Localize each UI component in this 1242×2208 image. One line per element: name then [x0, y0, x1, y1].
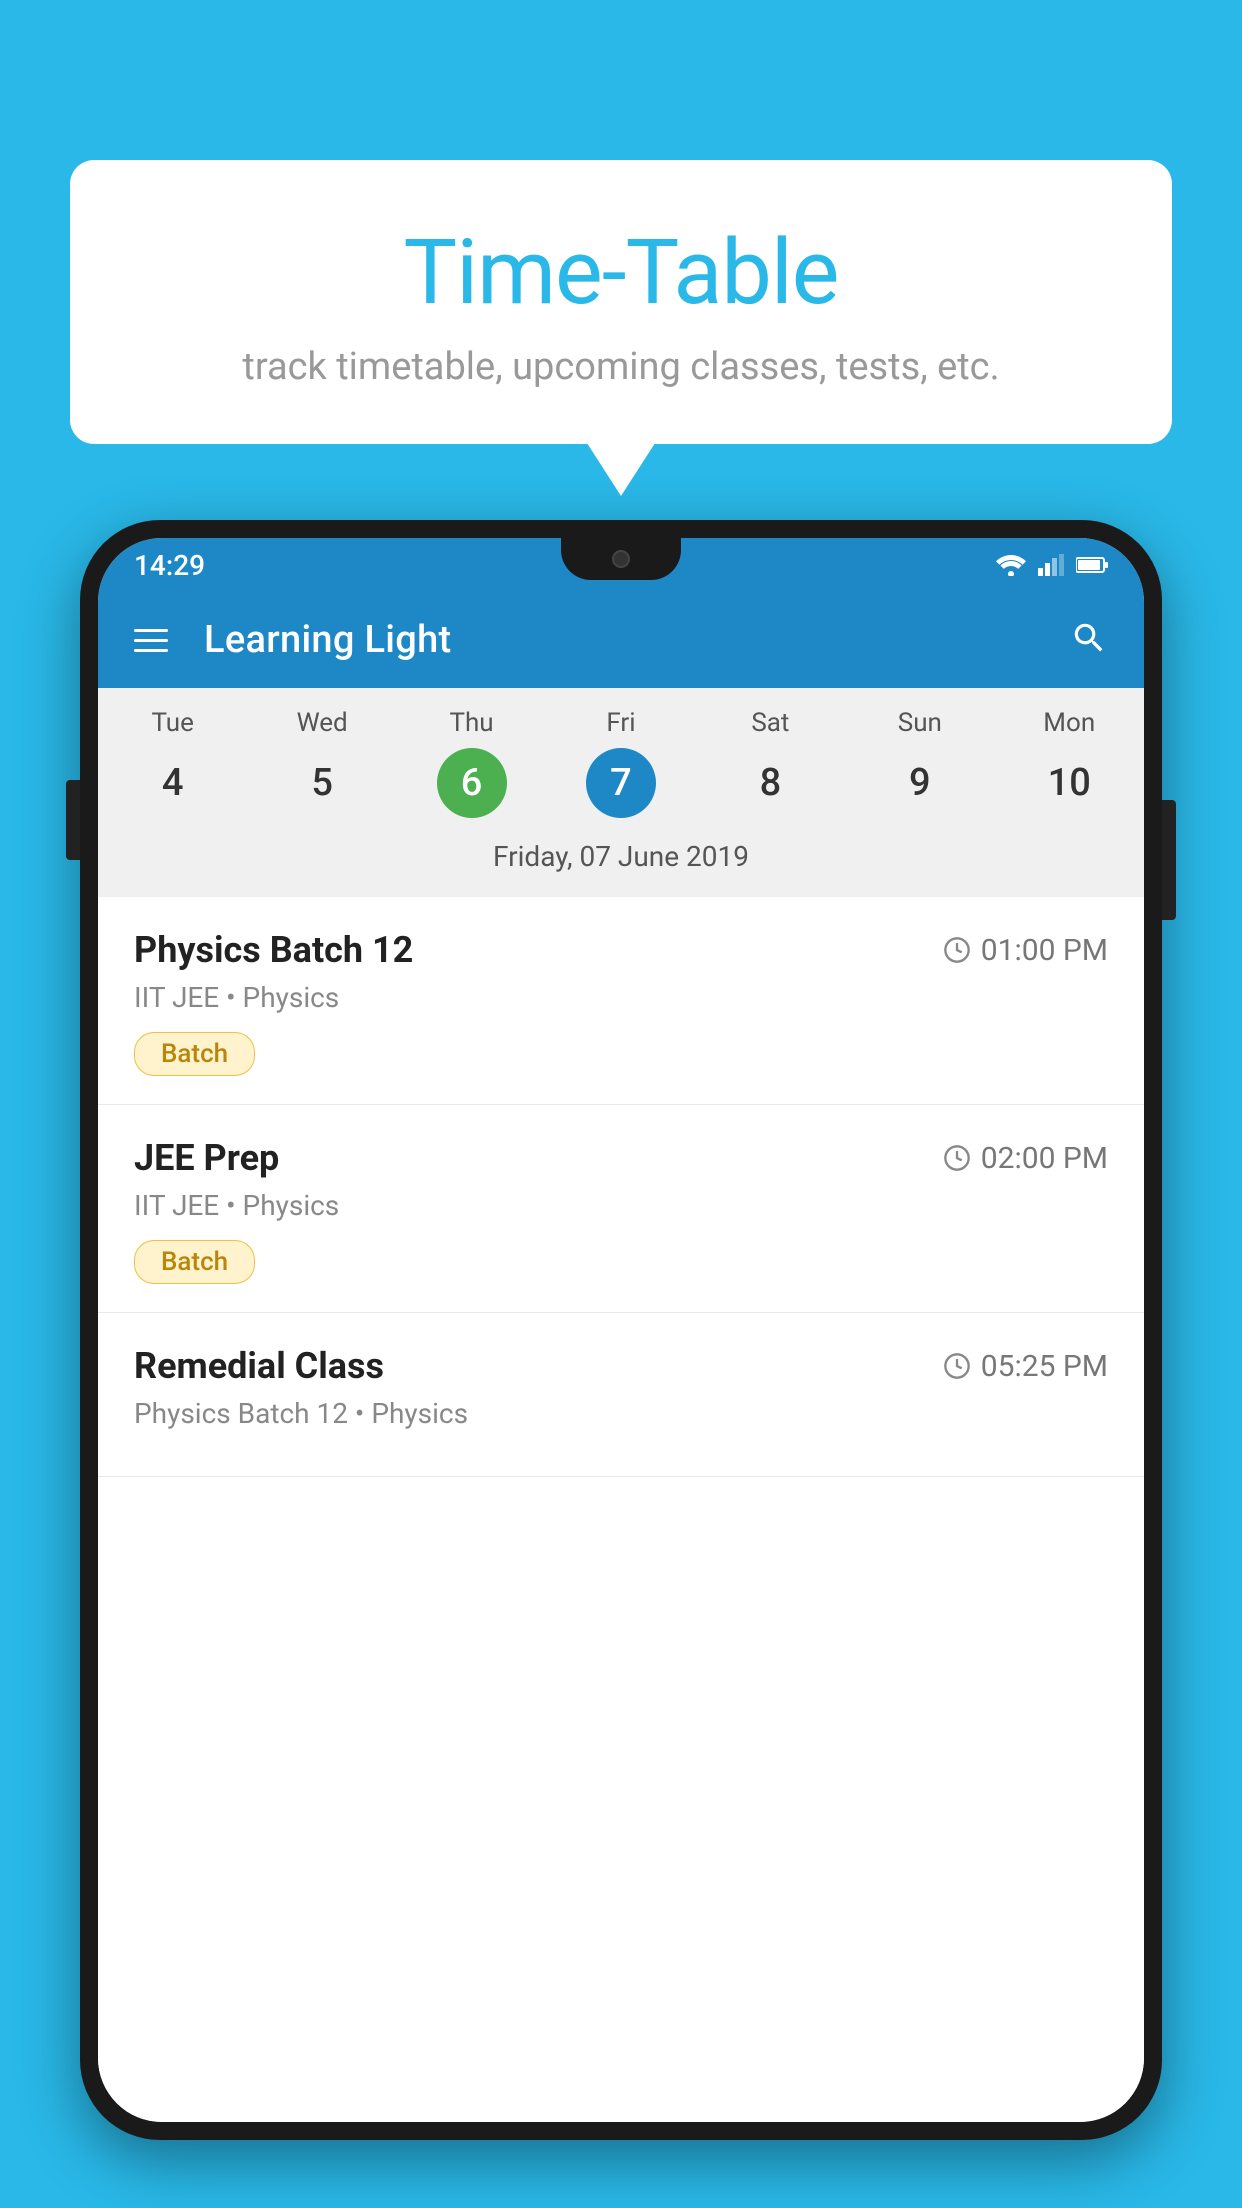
schedule-item-2[interactable]: JEE Prep 02:00 PM IIT JEE • Physics Batc…: [98, 1105, 1144, 1313]
phone-wrapper: 14:29: [80, 520, 1162, 2208]
schedule-meta-2: IIT JEE • Physics: [134, 1189, 1108, 1222]
date-8[interactable]: 8: [696, 748, 845, 818]
day-mon: Mon: [995, 708, 1144, 738]
speech-bubble: Time-Table track timetable, upcoming cla…: [70, 160, 1172, 444]
selected-date-label: Friday, 07 June 2019: [98, 832, 1144, 887]
schedule-time-3: 05:25 PM: [943, 1349, 1108, 1384]
search-button[interactable]: [1070, 619, 1108, 661]
dates-row: 4 5 6 7 8 9 10: [98, 748, 1144, 818]
schedule-title-3: Remedial Class: [134, 1345, 384, 1387]
day-sat: Sat: [696, 708, 845, 738]
battery-icon: [1076, 556, 1108, 574]
batch-tag-2: Batch: [134, 1240, 255, 1284]
day-sun: Sun: [845, 708, 994, 738]
schedule-time-2: 02:00 PM: [943, 1141, 1108, 1176]
days-header: Tue Wed Thu Fri Sat Sun Mon: [98, 708, 1144, 738]
notch: [561, 538, 681, 580]
status-icons: [996, 554, 1108, 576]
date-4[interactable]: 4: [98, 748, 247, 818]
date-9[interactable]: 9: [845, 748, 994, 818]
date-5[interactable]: 5: [247, 748, 396, 818]
batch-tag-1: Batch: [134, 1032, 255, 1076]
schedule-item-3-header: Remedial Class 05:25 PM: [134, 1345, 1108, 1387]
date-6[interactable]: 6: [397, 748, 546, 818]
date-10[interactable]: 10: [995, 748, 1144, 818]
schedule-item-1-header: Physics Batch 12 01:00 PM: [134, 929, 1108, 971]
bubble-subtitle: track timetable, upcoming classes, tests…: [130, 345, 1112, 389]
schedule-title-1: Physics Batch 12: [134, 929, 413, 971]
camera-dot: [612, 550, 630, 568]
phone-outer: 14:29: [80, 520, 1162, 2140]
schedule-list: Physics Batch 12 01:00 PM IIT JEE • Phys…: [98, 897, 1144, 2122]
schedule-item-1[interactable]: Physics Batch 12 01:00 PM IIT JEE • Phys…: [98, 897, 1144, 1105]
calendar-strip: Tue Wed Thu Fri Sat Sun Mon 4 5 6 7 8: [98, 688, 1144, 897]
schedule-meta-3: Physics Batch 12 • Physics: [134, 1397, 1108, 1430]
wifi-icon: [996, 554, 1026, 576]
schedule-item-2-header: JEE Prep 02:00 PM: [134, 1137, 1108, 1179]
date-7[interactable]: 7: [546, 748, 695, 818]
app-bar-title: Learning Light: [204, 618, 1034, 662]
day-wed: Wed: [247, 708, 396, 738]
schedule-meta-1: IIT JEE • Physics: [134, 981, 1108, 1014]
phone-screen: 14:29: [98, 538, 1144, 2122]
bubble-title: Time-Table: [130, 220, 1112, 325]
app-bar: Learning Light: [98, 592, 1144, 688]
hamburger-menu-icon[interactable]: [134, 629, 168, 652]
day-thu: Thu: [397, 708, 546, 738]
schedule-time-1: 01:00 PM: [943, 933, 1108, 968]
status-time: 14:29: [134, 549, 205, 582]
signal-icon: [1038, 554, 1064, 576]
schedule-title-2: JEE Prep: [134, 1137, 279, 1179]
day-fri: Fri: [546, 708, 695, 738]
speech-bubble-container: Time-Table track timetable, upcoming cla…: [70, 160, 1172, 444]
day-tue: Tue: [98, 708, 247, 738]
schedule-item-3[interactable]: Remedial Class 05:25 PM Physics Batch 12…: [98, 1313, 1144, 1477]
